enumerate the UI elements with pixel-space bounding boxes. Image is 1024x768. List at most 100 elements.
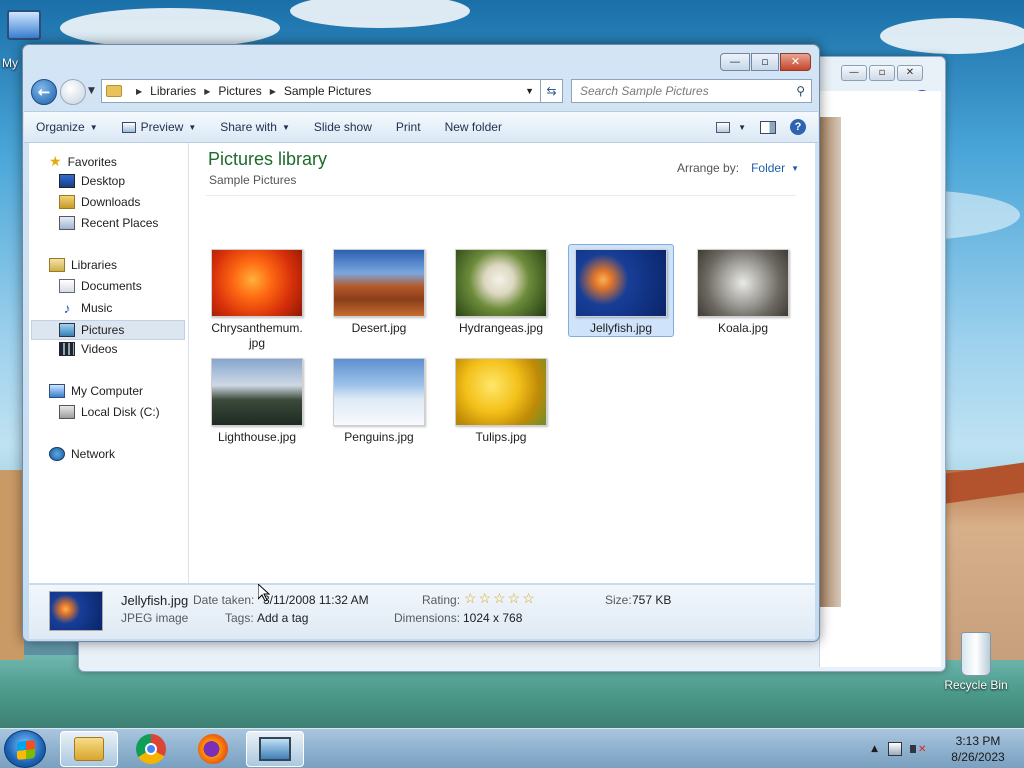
breadcrumb-sample-pictures[interactable]: Sample Pictures xyxy=(284,84,371,98)
minimize-button[interactable]: — xyxy=(720,53,750,71)
volume-muted-icon[interactable]: ✕ xyxy=(910,742,926,756)
preview-menu[interactable]: Preview ▼ xyxy=(110,114,209,140)
maximize-button[interactable]: ▫ xyxy=(751,53,779,71)
share-with-menu[interactable]: Share with ▼ xyxy=(208,114,302,140)
nav-item-desktop[interactable]: Desktop xyxy=(59,174,125,188)
change-view-button[interactable]: ▼ xyxy=(716,121,746,133)
tags-value[interactable]: Add a tag xyxy=(257,611,308,625)
rating-stars[interactable]: ☆☆☆☆☆ xyxy=(464,590,537,607)
library-subtitle: Sample Pictures xyxy=(209,173,297,187)
file-item[interactable]: Penguins.jpg xyxy=(326,354,432,445)
arrange-by-value: Folder xyxy=(751,161,786,175)
new-folder-button[interactable]: New folder xyxy=(433,114,514,140)
preview-pane-icon[interactable] xyxy=(760,120,776,134)
thumbnail-image xyxy=(455,249,547,317)
show-hidden-icons-icon[interactable]: ▲ xyxy=(871,744,878,754)
preview-label: Preview xyxy=(140,120,184,134)
breadcrumb-libraries[interactable]: Libraries xyxy=(150,84,196,98)
firefox-icon xyxy=(198,734,228,764)
nav-item-network[interactable]: Network xyxy=(49,447,115,461)
breadcrumb-separator-icon[interactable]: ▶ xyxy=(204,87,210,96)
divider xyxy=(206,195,796,196)
file-name: Desert.jpg xyxy=(351,321,407,335)
back-button[interactable]: ← xyxy=(31,79,57,105)
nav-item-recent-places[interactable]: Recent Places xyxy=(59,216,158,230)
minimize-button[interactable]: — xyxy=(841,65,867,81)
thumbnail-image xyxy=(333,358,425,426)
nav-item-label: Pictures xyxy=(81,323,125,337)
network-icon[interactable] xyxy=(888,742,902,756)
breadcrumb-pictures[interactable]: Pictures xyxy=(218,84,261,98)
nav-item-music[interactable]: ♪ Music xyxy=(59,300,113,316)
nav-item-label: Favorites xyxy=(67,154,117,169)
print-label: Print xyxy=(395,120,421,134)
refresh-button[interactable]: ⇆ xyxy=(541,79,563,103)
cloud-decoration xyxy=(880,18,1024,54)
nav-item-label: Libraries xyxy=(71,258,118,272)
nav-item-downloads[interactable]: Downloads xyxy=(59,195,140,209)
help-icon[interactable]: ? xyxy=(790,119,806,135)
taskbar-app-photo-viewer[interactable] xyxy=(246,731,304,767)
taskbar-app-firefox[interactable] xyxy=(184,731,242,767)
nav-item-videos[interactable]: Videos xyxy=(59,342,117,356)
search-box[interactable]: ⚲ xyxy=(571,79,812,103)
nav-item-my-computer[interactable]: My Computer xyxy=(49,384,143,398)
recycle-bin-icon xyxy=(961,632,991,676)
library-title: Pictures library xyxy=(208,149,328,169)
close-button[interactable]: ✕ xyxy=(897,65,923,81)
nav-item-pictures[interactable]: Pictures xyxy=(31,320,185,340)
search-icon[interactable]: ⚲ xyxy=(796,84,805,98)
breadcrumb-separator-icon[interactable]: ▶ xyxy=(270,87,276,96)
nav-item-label: Recent Places xyxy=(81,216,159,230)
file-name: Chrysanthemum. jpg xyxy=(211,321,303,350)
photo-viewer-icon xyxy=(259,737,291,761)
organize-label: Organize xyxy=(36,120,85,134)
nav-item-local-disk[interactable]: Local Disk (C:) xyxy=(59,405,160,419)
organize-menu[interactable]: Organize ▼ xyxy=(24,114,110,140)
explorer-body: ★ Favorites Desktop Downloads Recent Plac… xyxy=(29,143,815,583)
date-taken-label: Date taken: xyxy=(193,593,255,607)
file-item[interactable]: Tulips.jpg xyxy=(448,354,554,445)
drive-icon xyxy=(59,405,75,419)
command-bar: Organize ▼ Preview ▼ Share with ▼ Slide sho… xyxy=(24,111,818,143)
address-dropdown-icon[interactable]: ▼ xyxy=(525,86,534,96)
downloads-icon xyxy=(59,195,75,209)
file-name: Lighthouse.jpg xyxy=(217,430,297,444)
search-input[interactable] xyxy=(580,84,790,98)
arrange-by-dropdown[interactable]: Folder ▼ xyxy=(751,161,799,175)
navigation-row: ← ▼ ▶ Libraries ▶ Pictures ▶ Sample Pict… xyxy=(31,77,813,107)
view-icon xyxy=(716,121,731,133)
nav-item-libraries[interactable]: Libraries xyxy=(49,258,117,272)
file-item[interactable]: Koala.jpg xyxy=(690,245,796,336)
file-item[interactable]: Desert.jpg xyxy=(326,245,432,336)
desktop-icon-recycle-bin[interactable]: Recycle Bin xyxy=(944,632,1008,692)
nav-item-label: My Computer xyxy=(71,384,144,398)
slide-show-button[interactable]: Slide show xyxy=(302,114,384,140)
print-button[interactable]: Print xyxy=(384,114,433,140)
explorer-window[interactable]: — ▫ ✕ ← ▼ ▶ Libraries ▶ Pictures ▶ Sampl… xyxy=(22,44,820,642)
forward-button[interactable] xyxy=(60,79,86,105)
recent-pages-dropdown[interactable]: ▼ xyxy=(88,86,95,96)
taskbar-app-chrome[interactable] xyxy=(122,731,180,767)
clock-time: 3:13 PM xyxy=(955,734,1001,748)
address-bar[interactable]: ▶ Libraries ▶ Pictures ▶ Sample Pictures… xyxy=(101,79,541,103)
nav-item-label: Downloads xyxy=(81,195,141,209)
breadcrumb-separator-icon[interactable]: ▶ xyxy=(136,87,142,96)
taskbar-app-explorer[interactable] xyxy=(60,731,118,767)
maximize-button[interactable]: ▫ xyxy=(869,65,895,81)
size-value: 757 KB xyxy=(632,593,672,607)
file-item[interactable]: Hydrangeas.jpg xyxy=(448,245,554,336)
desktop-icon-label: My xyxy=(2,56,18,70)
file-item-selected[interactable]: Jellyfish.jpg xyxy=(568,244,674,337)
clock[interactable]: 3:13 PM 8/26/2023 xyxy=(932,733,1024,765)
date-taken-value[interactable]: 3/11/2008 11:32 AM xyxy=(263,593,369,607)
file-item[interactable]: Lighthouse.jpg xyxy=(204,354,310,445)
thumbnail-image xyxy=(211,358,303,426)
nav-item-documents[interactable]: Documents xyxy=(59,279,142,293)
start-button[interactable] xyxy=(4,730,46,768)
videos-icon xyxy=(59,342,75,356)
documents-icon xyxy=(59,279,75,293)
close-button[interactable]: ✕ xyxy=(780,53,811,71)
file-item[interactable]: Chrysanthemum. jpg xyxy=(204,245,310,351)
nav-item-favorites[interactable]: ★ Favorites xyxy=(49,153,117,170)
